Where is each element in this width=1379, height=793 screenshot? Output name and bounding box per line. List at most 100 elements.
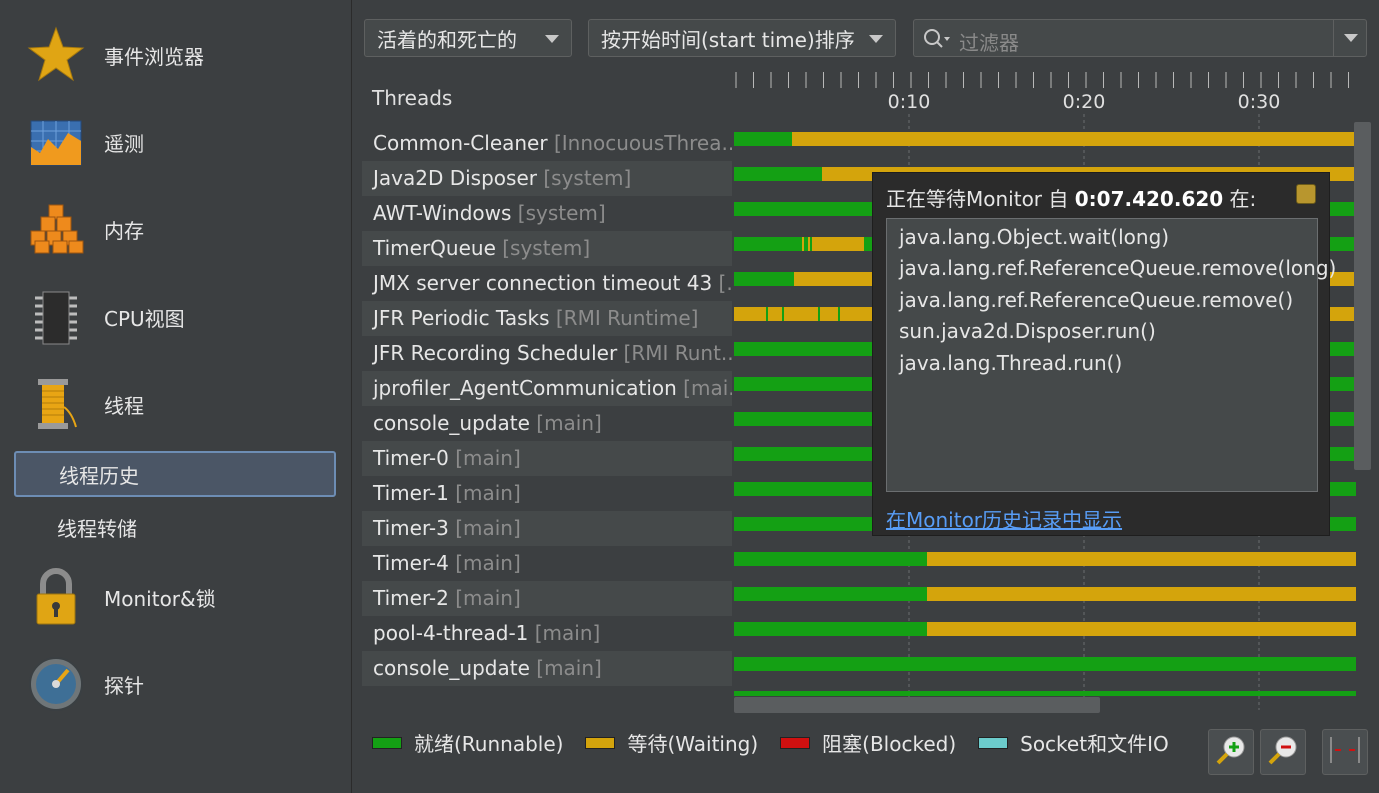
zoom-out-button[interactable] bbox=[1260, 729, 1306, 775]
stack-frame[interactable]: sun.java2d.Disposer.run() bbox=[899, 319, 1156, 343]
sidebar-item-memory[interactable]: 内存 bbox=[0, 199, 350, 259]
legend-item: 就绪(Runnable) bbox=[372, 728, 563, 757]
thread-name: console_update bbox=[373, 411, 530, 435]
vertical-scrollbar[interactable] bbox=[1354, 122, 1371, 470]
thread-group: [main] bbox=[534, 621, 601, 645]
dropdown-value: 按开始时间(start time)排序 bbox=[601, 27, 855, 52]
thread-state-bar bbox=[812, 237, 864, 251]
thread-name: JFR Periodic Tasks bbox=[373, 306, 550, 330]
thread-state-bar bbox=[802, 237, 804, 251]
sidebar-item-label: 线程 bbox=[104, 393, 144, 418]
thread-row[interactable]: TimerQueue [system] bbox=[362, 231, 732, 266]
sidebar-item-thread-dumps[interactable]: 线程转储 bbox=[14, 504, 336, 550]
ruler-tick-label: 0:30 bbox=[1238, 91, 1281, 113]
tooltip-title: 正在等待Monitor 自 0:07.420.620 在: bbox=[886, 183, 1256, 212]
thread-group: [RMI Runtime] bbox=[555, 306, 699, 330]
thread-name: Timer-3 bbox=[373, 516, 449, 540]
thread-state-bar bbox=[792, 132, 1356, 146]
sidebar-item-event-browser[interactable]: 事件浏览器 bbox=[0, 25, 350, 85]
thread-state-bar bbox=[766, 307, 768, 321]
thread-state-bar bbox=[734, 552, 927, 566]
thread-group: [main] bbox=[455, 446, 521, 470]
legend-item: Socket和文件IO bbox=[978, 728, 1169, 757]
telemetry-chart-icon bbox=[26, 112, 86, 172]
thread-state-bar bbox=[782, 307, 784, 321]
monitor-wait-tooltip: 正在等待Monitor 自 0:07.420.620 在: java.lang.… bbox=[872, 172, 1336, 536]
thread-group: [main] bbox=[536, 656, 602, 680]
divider bbox=[1333, 20, 1334, 56]
thread-row[interactable]: Timer-4 [main] bbox=[362, 546, 732, 581]
sidebar-item-thread-history[interactable]: 线程历史 bbox=[14, 451, 336, 497]
thread-name: Timer-4 bbox=[373, 551, 449, 575]
thread-group: [system] bbox=[517, 201, 606, 225]
sidebar: 事件浏览器 遥测 内存 CPU视图 线程 线程历史 线程转储 Monitor&锁… bbox=[0, 0, 352, 793]
thread-name: AWT-Windows bbox=[373, 201, 512, 225]
thread-state-bar bbox=[927, 552, 1356, 566]
legend-label: 就绪(Runnable) bbox=[414, 732, 564, 756]
legend-label: 阻塞(Blocked) bbox=[822, 732, 957, 756]
thread-name: pool-4-thread-1 bbox=[373, 621, 529, 645]
filter-input[interactable]: 过滤器 bbox=[913, 19, 1367, 57]
lock-icon[interactable] bbox=[1296, 184, 1316, 204]
thread-row[interactable]: AWT-Windows [system] bbox=[362, 196, 732, 231]
gauge-icon bbox=[26, 654, 86, 714]
thread-row[interactable]: Timer-0 [main] bbox=[362, 441, 732, 476]
chevron-down-icon[interactable] bbox=[1344, 34, 1358, 42]
thread-row[interactable]: console_update [main] bbox=[362, 406, 732, 441]
thread-group: [... bbox=[718, 271, 732, 295]
thread-state-bar bbox=[808, 237, 810, 251]
sort-order-dropdown[interactable]: 按开始时间(start time)排序 bbox=[588, 19, 896, 57]
horizontal-scrollbar[interactable] bbox=[734, 697, 1100, 713]
star-icon bbox=[26, 25, 86, 85]
tooltip-time: 0:07.420.620 bbox=[1074, 187, 1224, 211]
thread-name: Timer-0 bbox=[373, 446, 449, 470]
thread-row[interactable]: Timer-1 [main] bbox=[362, 476, 732, 511]
sidebar-item-cpu-views[interactable]: CPU视图 bbox=[0, 287, 350, 347]
fit-width-icon bbox=[1328, 733, 1362, 771]
thread-row[interactable]: JMX server connection timeout 43 [... bbox=[362, 266, 732, 301]
thread-row[interactable]: Timer-2 [main] bbox=[362, 581, 732, 616]
thread-row[interactable]: jprofiler_AgentCommunication [mai... bbox=[362, 371, 732, 406]
stack-frame[interactable]: java.lang.ref.ReferenceQueue.remove(long… bbox=[899, 256, 1336, 280]
thread-state-dropdown[interactable]: 活着的和死亡的 bbox=[364, 19, 572, 57]
thread-row[interactable]: Java2D Disposer [system] bbox=[362, 161, 732, 196]
legend-swatch bbox=[780, 736, 811, 749]
thread-state-bar bbox=[734, 237, 802, 251]
fit-width-button[interactable] bbox=[1322, 729, 1368, 775]
thread-group: [main] bbox=[455, 586, 521, 610]
sidebar-item-label: 线程转储 bbox=[57, 516, 137, 541]
legend-label: 等待(Waiting) bbox=[627, 732, 759, 756]
stack-frame[interactable]: java.lang.Thread.run() bbox=[899, 351, 1122, 375]
thread-state-bar bbox=[734, 167, 822, 181]
thread-group: [main] bbox=[536, 411, 602, 435]
zoom-in-icon bbox=[1214, 733, 1248, 771]
thread-name: Common-Cleaner bbox=[373, 131, 548, 155]
sidebar-item-monitors-locks[interactable]: Monitor&锁 bbox=[0, 567, 350, 627]
thread-name: JMX server connection timeout 43 bbox=[373, 271, 713, 295]
thread-name: Java2D Disposer bbox=[373, 166, 537, 190]
thread-state-bar bbox=[818, 307, 820, 321]
thread-row[interactable]: console_update [main] bbox=[362, 651, 732, 686]
thread-row[interactable]: Common-Cleaner [InnocuousThrea... bbox=[362, 126, 732, 161]
sidebar-item-label: 探针 bbox=[104, 673, 144, 698]
search-icon[interactable] bbox=[923, 28, 953, 55]
thread-spool-icon bbox=[26, 374, 86, 434]
legend-item: 等待(Waiting) bbox=[585, 728, 758, 757]
thread-name: Timer-1 bbox=[373, 481, 449, 505]
show-in-monitor-history-link[interactable]: 在Monitor历史记录中显示 bbox=[886, 504, 1122, 533]
sidebar-item-probes[interactable]: 探针 bbox=[0, 654, 350, 714]
zoom-in-button[interactable] bbox=[1208, 729, 1254, 775]
thread-row[interactable]: JFR Recording Scheduler [RMI Runt... bbox=[362, 336, 732, 371]
thread-row[interactable]: JFR Periodic Tasks [RMI Runtime] bbox=[362, 301, 732, 336]
stack-frame[interactable]: java.lang.Object.wait(long) bbox=[899, 225, 1169, 249]
zoom-out-icon bbox=[1266, 733, 1300, 771]
sidebar-item-threads[interactable]: 线程 bbox=[0, 374, 350, 434]
thread-row[interactable]: pool-4-thread-1 [main] bbox=[362, 616, 732, 651]
thread-state-bar bbox=[734, 657, 1356, 671]
thread-row[interactable]: Timer-3 [main] bbox=[362, 511, 732, 546]
stack-frame[interactable]: java.lang.ref.ReferenceQueue.remove() bbox=[899, 288, 1293, 312]
thread-group: [RMI Runt... bbox=[623, 341, 732, 365]
thread-state-bar bbox=[838, 307, 840, 321]
sidebar-item-telemetry[interactable]: 遥测 bbox=[0, 112, 350, 172]
thread-group: [system] bbox=[543, 166, 632, 190]
